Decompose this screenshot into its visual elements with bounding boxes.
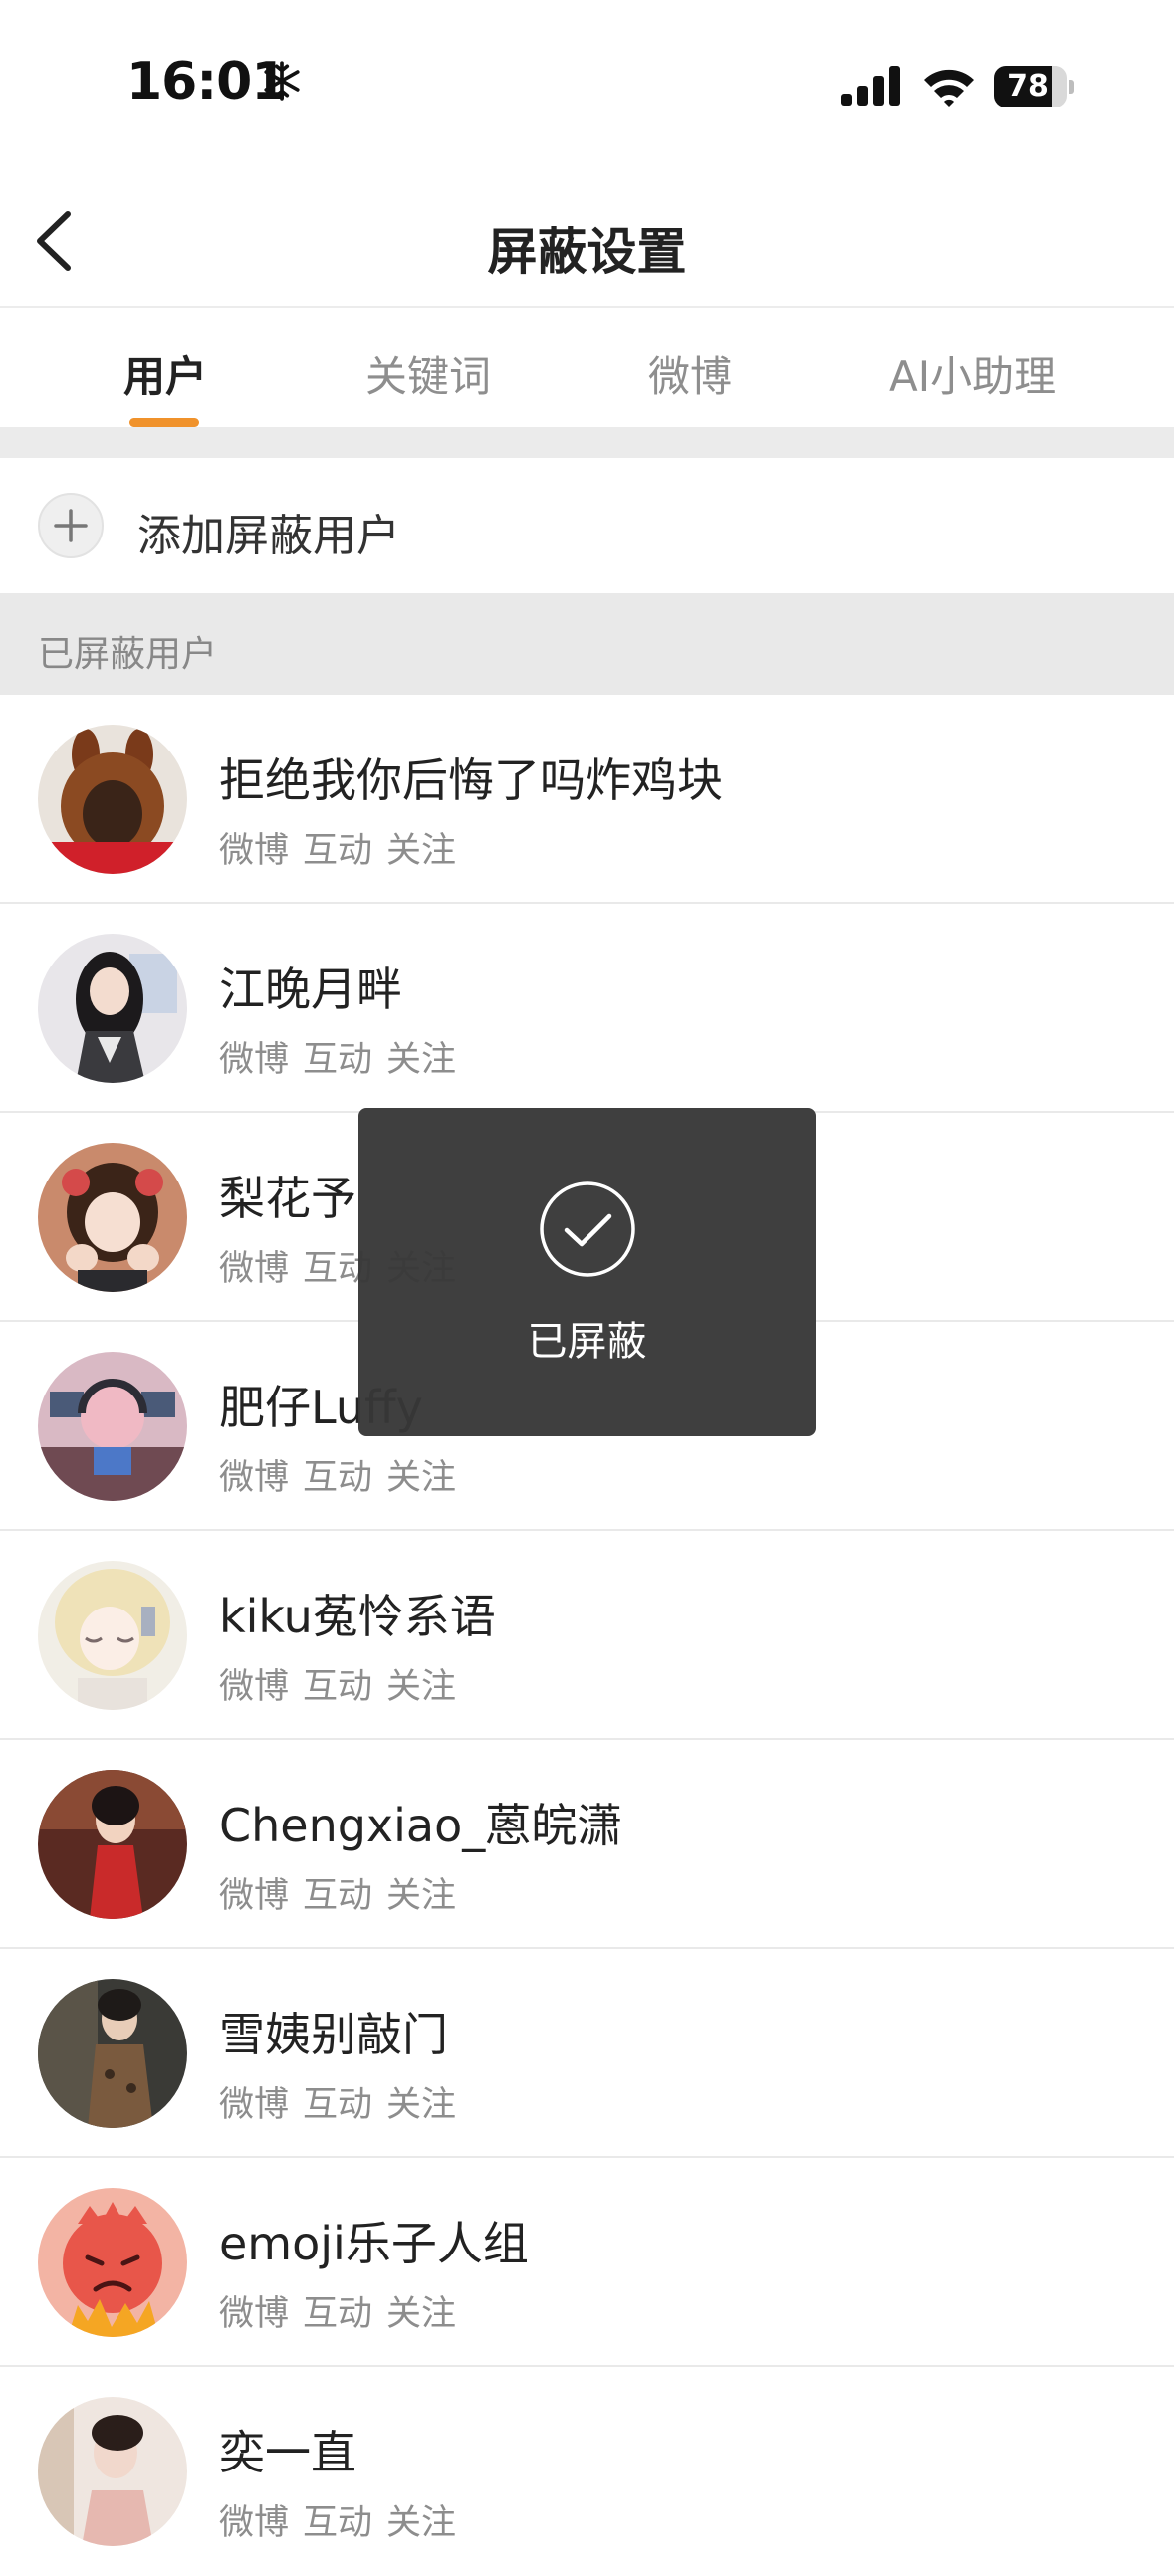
avatar[interactable] bbox=[38, 1352, 187, 1501]
meta-weibo: 微博 bbox=[219, 1249, 290, 1289]
user-meta: 微博互动关注 bbox=[219, 1449, 470, 1500]
check-circle-icon bbox=[540, 1181, 635, 1277]
user-meta: 微博互动关注 bbox=[219, 1658, 470, 1709]
meta-interaction: 互动 bbox=[303, 2294, 373, 2334]
meta-weibo: 微博 bbox=[219, 2294, 290, 2334]
active-tab-indicator bbox=[129, 418, 199, 427]
meta-interaction: 互动 bbox=[303, 2085, 373, 2125]
blocked-users-section-header: 已屏蔽用户 bbox=[0, 593, 1174, 695]
battery-tip bbox=[1069, 80, 1074, 94]
meta-weibo: 微博 bbox=[219, 2085, 290, 2125]
user-meta: 微博互动关注 bbox=[219, 822, 470, 873]
avatar[interactable] bbox=[38, 1979, 187, 2128]
blocked-toast: 已屏蔽 bbox=[358, 1108, 816, 1436]
meta-follow: 关注 bbox=[386, 2085, 457, 2125]
tab-users[interactable]: 用户 bbox=[123, 343, 207, 404]
meta-weibo: 微博 bbox=[219, 1040, 290, 1080]
meta-follow: 关注 bbox=[386, 1667, 457, 1707]
avatar[interactable] bbox=[38, 1143, 187, 1292]
toast-message: 已屏蔽 bbox=[527, 1319, 647, 1365]
meta-follow: 关注 bbox=[386, 2503, 457, 2543]
user-name: 奕一直 bbox=[219, 2426, 356, 2479]
list-item[interactable]: 拒绝我你后悔了吗炸鸡块 微博 互动 关注 bbox=[0, 695, 1174, 904]
page-title: 屏蔽设置 bbox=[487, 223, 687, 281]
status-bar: 16:01 78 bbox=[0, 0, 1174, 174]
user-meta: 微博互动关注 bbox=[219, 1031, 470, 1082]
tab-bar: 用户 关键词 微博 AI小助理 bbox=[0, 308, 1174, 427]
avatar[interactable] bbox=[38, 1561, 187, 1710]
user-meta: 微博互动关注 bbox=[219, 2285, 470, 2336]
meta-follow: 关注 bbox=[386, 1876, 457, 1916]
avatar[interactable] bbox=[38, 725, 187, 874]
meta-interaction: 互动 bbox=[303, 2503, 373, 2543]
user-name: 江晚月畔 bbox=[219, 963, 402, 1016]
meta-weibo: 微博 bbox=[219, 1458, 290, 1498]
meta-interaction: 互动 bbox=[303, 1876, 373, 1916]
user-name: Chengxiao_蒽皖潇 bbox=[219, 1799, 623, 1852]
user-name: 梨花予 bbox=[219, 1172, 356, 1225]
meta-weibo: 微博 bbox=[219, 1876, 290, 1916]
meta-follow: 关注 bbox=[386, 831, 457, 871]
avatar[interactable] bbox=[38, 2188, 187, 2337]
list-item[interactable]: kiku菟怜系语 微博 互动 关注 bbox=[0, 1531, 1174, 1740]
meta-follow: 关注 bbox=[386, 1040, 457, 1080]
avatar[interactable] bbox=[38, 1770, 187, 1919]
nav-bar: 屏蔽设置 bbox=[0, 174, 1174, 308]
list-item[interactable]: 奕一直 微博 互动 关注 bbox=[0, 2367, 1174, 2576]
meta-follow: 关注 bbox=[386, 2294, 457, 2334]
meta-weibo: 微博 bbox=[219, 831, 290, 871]
add-blocked-user-label: 添加屏蔽用户 bbox=[137, 511, 400, 561]
tab-keywords[interactable]: 关键词 bbox=[365, 343, 491, 404]
section-title: 已屏蔽用户 bbox=[38, 634, 218, 675]
user-name: kiku菟怜系语 bbox=[219, 1590, 496, 1643]
user-meta: 微博互动关注 bbox=[219, 2494, 470, 2545]
wifi-icon bbox=[924, 69, 974, 107]
meta-interaction: 互动 bbox=[303, 1040, 373, 1080]
list-item[interactable]: emoji乐子人组 微博 互动 关注 bbox=[0, 2158, 1174, 2367]
user-name: 雪姨别敲门 bbox=[219, 2008, 448, 2061]
user-meta: 微博互动关注 bbox=[219, 2076, 470, 2127]
plus-icon bbox=[38, 493, 104, 558]
meta-interaction: 互动 bbox=[303, 1458, 373, 1498]
meta-follow: 关注 bbox=[386, 1458, 457, 1498]
battery-indicator: 78 bbox=[994, 66, 1074, 107]
snowflake-icon bbox=[264, 61, 300, 101]
meta-weibo: 微博 bbox=[219, 2503, 290, 2543]
add-blocked-user-button[interactable]: 添加屏蔽用户 bbox=[0, 458, 1174, 593]
avatar[interactable] bbox=[38, 934, 187, 1083]
avatar[interactable] bbox=[38, 2397, 187, 2546]
user-name: emoji乐子人组 bbox=[219, 2217, 529, 2270]
section-divider bbox=[0, 427, 1174, 458]
cellular-signal-icon bbox=[841, 66, 900, 106]
user-name: 拒绝我你后悔了吗炸鸡块 bbox=[219, 753, 723, 807]
battery-body: 78 bbox=[994, 66, 1067, 107]
list-item[interactable]: 雪姨别敲门 微博 互动 关注 bbox=[0, 1949, 1174, 2158]
meta-interaction: 互动 bbox=[303, 1667, 373, 1707]
list-item[interactable]: 江晚月畔 微博 互动 关注 bbox=[0, 904, 1174, 1113]
list-item[interactable]: Chengxiao_蒽皖潇 微博 互动 关注 bbox=[0, 1740, 1174, 1949]
tab-weibo[interactable]: 微博 bbox=[648, 343, 732, 404]
meta-weibo: 微博 bbox=[219, 1667, 290, 1707]
user-meta: 微博互动关注 bbox=[219, 1867, 470, 1918]
meta-interaction: 互动 bbox=[303, 831, 373, 871]
battery-percent: 78 bbox=[1007, 69, 1049, 104]
tab-ai-assistant[interactable]: AI小助理 bbox=[889, 343, 1056, 404]
